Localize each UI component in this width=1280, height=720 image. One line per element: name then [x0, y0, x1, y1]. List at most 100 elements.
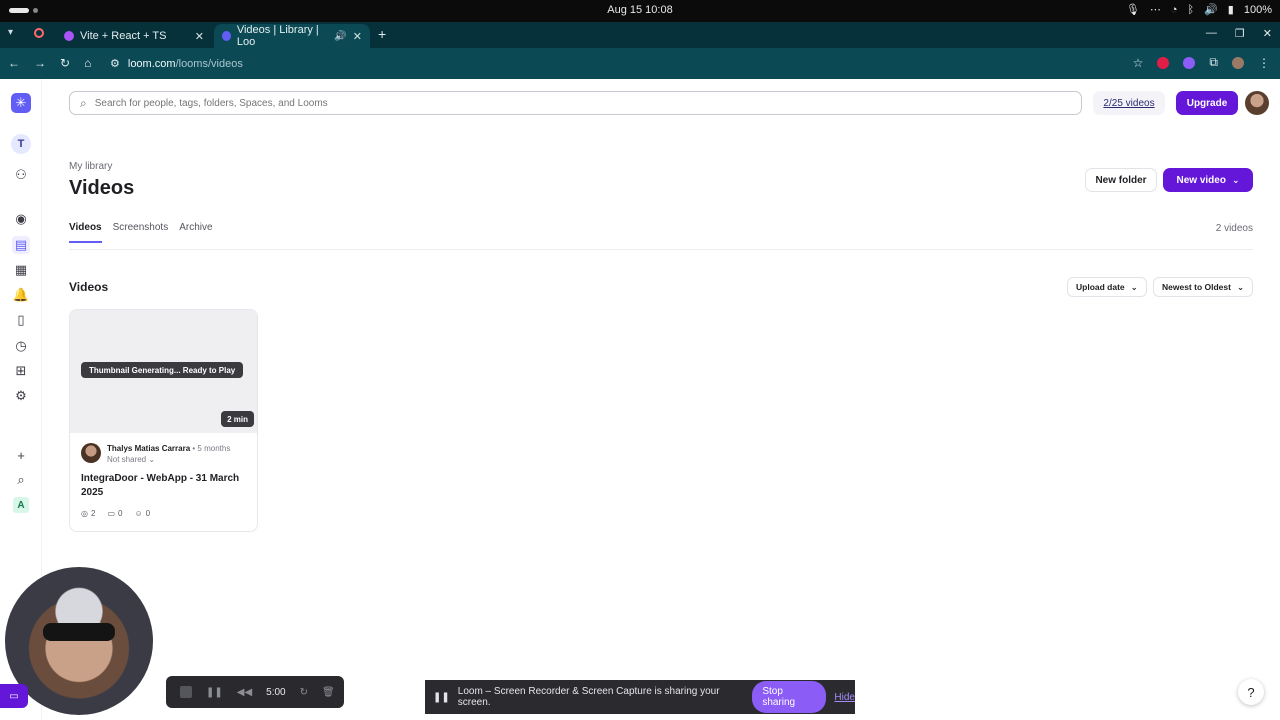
system-tray[interactable]: 🎙 ⋯ ◔ ᛒ 🔊 ▮ 100% [1126, 3, 1272, 17]
site-info-icon[interactable]: ⚙ [110, 57, 120, 70]
bookmark-icon[interactable]: ▯ [12, 311, 30, 329]
audio-playing-icon[interactable]: 🔊 [334, 31, 346, 42]
os-clock[interactable]: Aug 15 10:08 [0, 4, 1280, 16]
breadcrumb[interactable]: My library [69, 161, 112, 172]
nav-buttons: ← → ↻ ⌂ [8, 56, 91, 70]
new-video-label: New video [1176, 174, 1226, 186]
video-card[interactable]: Thumbnail Generating... Ready to Play 2 … [69, 309, 258, 532]
volume-icon: 🔊 [1204, 4, 1218, 16]
loom-favicon-icon [222, 31, 231, 41]
tab-search-icon[interactable]: ▾ [8, 27, 13, 38]
pause-sharing-icon: ❚❚ [433, 691, 450, 703]
address-bar[interactable]: ⚙ loom.com/looms/videos [110, 57, 243, 71]
url-host: loom.com [127, 57, 176, 70]
loom-extension-icon[interactable] [1183, 56, 1196, 69]
section-title: Videos [69, 280, 109, 294]
extension-icon[interactable] [1157, 56, 1170, 69]
sort-field-dropdown[interactable]: Upload date ⌄ [1067, 277, 1147, 297]
video-thumbnail[interactable]: Thumbnail Generating... Ready to Play 2 … [70, 310, 257, 433]
invite-user-icon[interactable]: ⚇ [12, 166, 30, 184]
close-tab-icon[interactable]: ✕ [195, 30, 204, 43]
tab-archive[interactable]: Archive [179, 222, 212, 243]
chevron-down-icon: ⌄ [1236, 281, 1245, 292]
trash-icon[interactable]: 🗑 [322, 687, 335, 698]
page-title: Videos [69, 177, 135, 199]
toolbar-right: ☆ ⧉ ⋮ [1133, 55, 1270, 70]
calendar-icon[interactable]: ▦ [12, 261, 30, 279]
close-tab-icon[interactable]: ✕ [353, 30, 362, 43]
browser-menu-icon[interactable]: ⋮ [1258, 56, 1270, 70]
record-indicator-icon [34, 28, 44, 38]
new-folder-button[interactable]: New folder [1085, 168, 1157, 192]
owner-avatar [81, 443, 101, 463]
tab-screenshots[interactable]: Screenshots [113, 222, 169, 243]
views-count: 2 [90, 509, 96, 518]
space-avatar[interactable]: A [13, 497, 29, 513]
add-icon[interactable]: + [12, 446, 30, 464]
thumbnail-status-badge: Thumbnail Generating... Ready to Play [81, 362, 244, 378]
share-status-dropdown[interactable]: Not shared ⌄ [107, 455, 155, 464]
search-input[interactable] [94, 97, 1081, 109]
recording-controls: ❚❚ ◀◀ 5:00 ↻ 🗑 [166, 676, 344, 708]
screen-sharing-bar: ❚❚ Loom – Screen Recorder & Screen Captu… [425, 680, 855, 714]
sort-field-label: Upload date [1076, 282, 1125, 292]
new-tab-button[interactable]: + [378, 26, 386, 42]
pause-icon[interactable]: ❚❚ [206, 687, 223, 698]
settings-gear-icon[interactable]: ⚙ [12, 387, 30, 405]
vite-favicon-icon [64, 31, 74, 41]
os-top-bar: Aug 15 10:08 🎙 ⋯ ◔ ᛒ 🔊 ▮ 100% [0, 0, 1280, 22]
rewind-icon[interactable]: ◀◀ [237, 687, 252, 698]
stop-recording-icon[interactable] [180, 686, 192, 698]
sort-order-dropdown[interactable]: Newest to Oldest ⌄ [1153, 277, 1254, 297]
search-icon[interactable]: ⌕ [12, 471, 30, 489]
reload-icon[interactable]: ↻ [60, 56, 70, 70]
camera-toggle-icon[interactable]: ▭ [0, 684, 28, 708]
workspace-avatar[interactable]: T [11, 134, 31, 154]
comment-icon: ▭ [107, 509, 115, 518]
loom-logo-icon[interactable]: ✳ [11, 93, 31, 113]
extensions-puzzle-icon[interactable]: ⧉ [1209, 55, 1218, 70]
tab-title: Vite + React + TS [80, 30, 167, 42]
video-count: 2 videos [1215, 223, 1253, 234]
gift-icon[interactable]: ⊞ [12, 362, 30, 380]
sort-order-label: Newest to Oldest [1162, 282, 1231, 292]
reactions-stat: ☺ 0 [134, 509, 150, 518]
owner-name: Thalys Matias Carrara [107, 444, 191, 453]
search-bar[interactable]: ⌕ [69, 91, 1082, 115]
forward-icon[interactable]: → [34, 56, 46, 70]
browser-toolbar: ← → ↻ ⌂ ⚙ loom.com/looms/videos ☆ ⧉ ⋮ [0, 48, 1280, 79]
overflow-icon: ⋯ [1149, 4, 1161, 16]
video-title[interactable]: IntegraDoor - WebApp - 31 March 2025 [81, 472, 251, 500]
close-window-icon[interactable]: ✕ [1263, 27, 1272, 40]
tab-loom-videos[interactable]: Videos | Library | Loo 🔊 ✕ [214, 24, 370, 48]
chevron-down-icon: ⌄ [1231, 174, 1240, 185]
tab-vite[interactable]: Vite + React + TS ✕ [56, 24, 212, 48]
reactions-count: 0 [145, 509, 151, 518]
hide-sharing-bar-link[interactable]: Hide [834, 692, 855, 703]
maximize-icon[interactable]: ❐ [1235, 27, 1245, 40]
new-video-button[interactable]: New video ⌄ [1163, 168, 1253, 192]
home-icon[interactable]: ⌂ [84, 56, 91, 70]
user-avatar[interactable] [1245, 91, 1269, 115]
history-clock-icon[interactable]: ◷ [12, 337, 30, 355]
video-quota-badge[interactable]: 2/25 videos [1093, 91, 1165, 115]
restart-icon[interactable]: ↻ [300, 687, 308, 698]
tabs-divider [69, 249, 1253, 250]
profile-avatar[interactable] [1232, 56, 1244, 69]
minimize-icon[interactable]: — [1206, 27, 1217, 40]
tab-videos[interactable]: Videos [69, 222, 102, 243]
browser-tab-strip: ▾ Vite + React + TS ✕ Videos | Library |… [0, 22, 1280, 48]
profile-icon[interactable]: ◉ [12, 210, 30, 228]
comments-stat: ▭ 0 [107, 509, 122, 518]
help-button[interactable]: ? [1238, 679, 1264, 705]
library-icon[interactable]: ▤ [12, 236, 30, 254]
bookmark-star-icon[interactable]: ☆ [1133, 56, 1144, 70]
camera-feed-detail [43, 623, 115, 641]
back-icon[interactable]: ← [8, 56, 20, 70]
search-icon: ⌕ [80, 95, 87, 110]
chevron-down-icon: ⌄ [1130, 281, 1138, 292]
stop-sharing-button[interactable]: Stop sharing [752, 681, 827, 713]
upgrade-button[interactable]: Upgrade [1176, 91, 1238, 115]
notifications-bell-icon[interactable]: 🔔 [12, 286, 30, 304]
window-controls: — ❐ ✕ [1206, 27, 1272, 40]
